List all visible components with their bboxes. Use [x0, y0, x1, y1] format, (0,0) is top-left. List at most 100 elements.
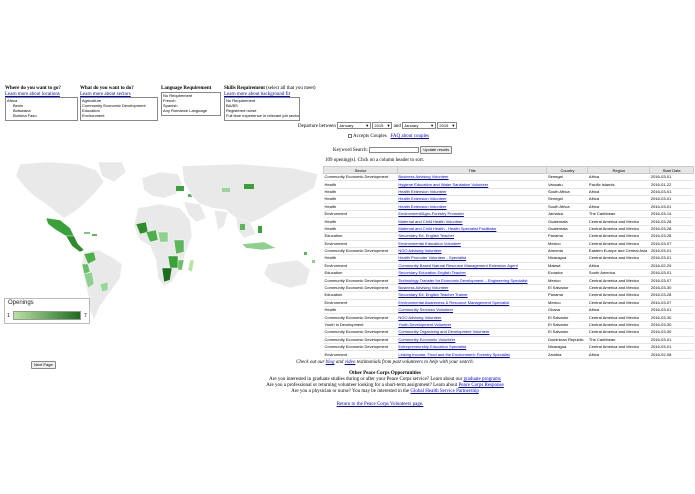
departure-to-year-select[interactable]: 2015 ▼: [437, 122, 458, 129]
region-cell: South America: [587, 269, 650, 278]
country-cell: South Africa: [546, 203, 588, 211]
region-cell: Central America and Mexico: [587, 217, 650, 226]
sector-cell: Community Economic Development: [323, 328, 398, 337]
results-table: Sector Title Country Region Start Date Commu…: [323, 166, 694, 359]
table-row: Community Economic Development Business A…: [323, 173, 694, 182]
return-to-volunteers-link[interactable]: Return to the Peace Corps Volunteers pag…: [337, 402, 424, 407]
country-cell: Senegal: [546, 195, 588, 204]
opening-title-link[interactable]: Hygiene Education and Water Sanitation V…: [397, 180, 547, 189]
country-cell: El Salvador: [546, 313, 588, 322]
country-cell: Jamaica: [546, 210, 588, 219]
opening-title-link[interactable]: Maternal and Child Health - Health Speci…: [397, 225, 547, 234]
opening-title-link[interactable]: NGO Advising Volunteer: [397, 247, 547, 256]
region-cell: Africa: [587, 195, 650, 204]
country-cell: Armenia: [546, 247, 588, 256]
sector-cell: Community Economic Development: [323, 343, 398, 352]
opening-title-link[interactable]: Community Services Volunteer: [397, 306, 547, 315]
location-option[interactable]: Burkina Faso: [7, 113, 76, 118]
column-header-country[interactable]: Country: [546, 166, 589, 174]
country-cell: Ecuador: [546, 269, 588, 278]
opening-title-link[interactable]: Community Organizing and Development Vol…: [397, 328, 547, 337]
departure-from-year-select[interactable]: 2015 ▼: [372, 122, 393, 129]
departure-from-month-select[interactable]: January ▼: [337, 122, 372, 129]
start-date-cell: 2016-03-01: [649, 254, 694, 263]
opening-title-link[interactable]: Community Economic Volunteer: [397, 336, 547, 345]
sector-cell: Environment: [323, 210, 398, 219]
global-health-link[interactable]: Global Health Service Partnership: [410, 389, 478, 394]
sector-cell: Environment: [323, 240, 398, 248]
departure-and-label: and: [393, 124, 401, 129]
couples-row: Accepts Couples FAQ about couples: [348, 134, 429, 140]
chevron-down-icon: ▼: [365, 123, 370, 128]
opening-title-link[interactable]: Maternal and Child Health Volunteer: [397, 217, 547, 226]
update-results-button[interactable]: Update results: [420, 146, 453, 154]
opening-title-link[interactable]: Technology Transfer for Economic Develop…: [397, 276, 547, 285]
departure-to-month-select[interactable]: January ▼: [402, 122, 437, 129]
opening-title-link[interactable]: Secondary Ed. English Teacher: [397, 232, 547, 241]
opening-title-link[interactable]: NGO Advising Volunteer: [397, 313, 547, 322]
sector-listbox[interactable]: Agriculture Community Economic Developmen…: [80, 97, 158, 121]
language-listbox[interactable]: No Requirement French Spanish Any Romance L…: [161, 92, 221, 116]
opening-title-link[interactable]: Secondary Education English Teacher: [397, 269, 547, 278]
skills-listbox[interactable]: No Requirement BA/BS Registered nurse Full …: [224, 97, 300, 121]
start-date-cell: 2016-03-28: [649, 232, 694, 241]
column-header-title[interactable]: Title: [396, 166, 548, 174]
start-date-cell: 2016-03-30: [649, 313, 694, 322]
column-header-start-date[interactable]: Start Date: [649, 166, 694, 174]
table-row: Education Secondary Ed. English Teacher Pa…: [323, 232, 694, 241]
opening-title-link[interactable]: Health Promoter Volunteer - Specialist: [397, 254, 547, 263]
table-row: Community Economic Development NGO Advisi…: [323, 313, 694, 322]
start-date-cell: 2016-03-01: [649, 343, 694, 352]
region-cell: Central America and Mexico: [587, 254, 650, 263]
opening-title-link[interactable]: Business Advising Volunteer: [397, 284, 547, 293]
country-cell: Dominican Republic: [546, 336, 588, 345]
sector-cell: Community Economic Development: [323, 247, 398, 256]
table-row: Environment Community Based Natural Resou…: [323, 262, 694, 271]
opening-title-link[interactable]: Community Based Natural Resource Managem…: [397, 262, 547, 271]
opening-title-link[interactable]: Health Extension Volunteer: [397, 188, 547, 197]
opening-title-link[interactable]: Health Extension Volunteer: [397, 203, 547, 211]
table-row: Environment Environmental Education Volun…: [323, 240, 694, 248]
country-cell: Panama: [546, 232, 588, 241]
country-cell: Vanuatu: [546, 180, 588, 189]
couples-checkbox[interactable]: [348, 134, 352, 138]
skills-option[interactable]: Full time experience in relevant job sec…: [226, 113, 299, 118]
opening-title-link[interactable]: Entrepreneurship Education Specialist: [397, 343, 547, 352]
opening-title-link[interactable]: Linking Income, Food and the Environment…: [397, 350, 547, 359]
opening-title-link[interactable]: Environment/Agro-Forestry Promoter: [397, 210, 547, 219]
column-header-sector[interactable]: Sector: [323, 166, 398, 174]
opening-title-link[interactable]: Health Extension Volunteer: [397, 195, 547, 204]
start-date-cell: 2016-03-14: [649, 210, 694, 219]
video-link[interactable]: video: [345, 360, 356, 365]
start-date-cell: 2016-03-28: [649, 217, 694, 226]
start-date-cell: 2016-03-01: [649, 306, 694, 315]
country-cell: South Africa: [546, 188, 588, 197]
graduate-programs-link[interactable]: graduate programs: [464, 377, 501, 382]
departure-row: Departure between January ▼ 2015 ▼ and Jan…: [298, 122, 458, 130]
region-cell: Central America and Mexico: [587, 284, 650, 293]
couples-faq-link[interactable]: FAQ about couples: [390, 134, 429, 139]
country-cell: Mexico: [546, 276, 588, 285]
blog-link[interactable]: blog: [326, 360, 335, 365]
sector-cell: Youth in Development: [323, 321, 398, 330]
location-listbox[interactable]: Africa Benin Botswana Burkina Faso: [5, 97, 78, 121]
background-fit-learn-more-link[interactable]: Learn more about background fit: [224, 92, 320, 97]
departure-label: Departure between: [298, 124, 336, 129]
opening-title-link[interactable]: Youth Development Volunteer: [397, 321, 547, 330]
start-date-cell: 2016-03-01: [649, 188, 694, 197]
language-option[interactable]: Any Romance Language: [163, 108, 219, 113]
peace-corps-response-link[interactable]: Peace Corps Response: [458, 383, 503, 388]
keyword-search-input[interactable]: [369, 146, 420, 153]
column-header-region[interactable]: Region: [587, 166, 651, 174]
world-map[interactable]: Openings 1 7: [0, 160, 322, 332]
sector-option[interactable]: Environment: [82, 113, 156, 118]
region-cell: Central America and Mexico: [587, 321, 650, 330]
next-page-button[interactable]: Next Page: [31, 361, 56, 369]
sector-cell: Health: [323, 188, 398, 197]
opening-title-link[interactable]: Business Advising Volunteer: [397, 173, 547, 182]
region-cell: Central America and Mexico: [587, 313, 650, 322]
opening-title-link[interactable]: Secondary Ed. English Teacher Trainer: [397, 291, 547, 300]
opening-title-link[interactable]: Environmental Education Volunteer: [397, 240, 547, 248]
opening-title-link[interactable]: Environmental Awareness & Resource Manag…: [397, 299, 547, 308]
country-cell: Malawi: [546, 262, 588, 271]
